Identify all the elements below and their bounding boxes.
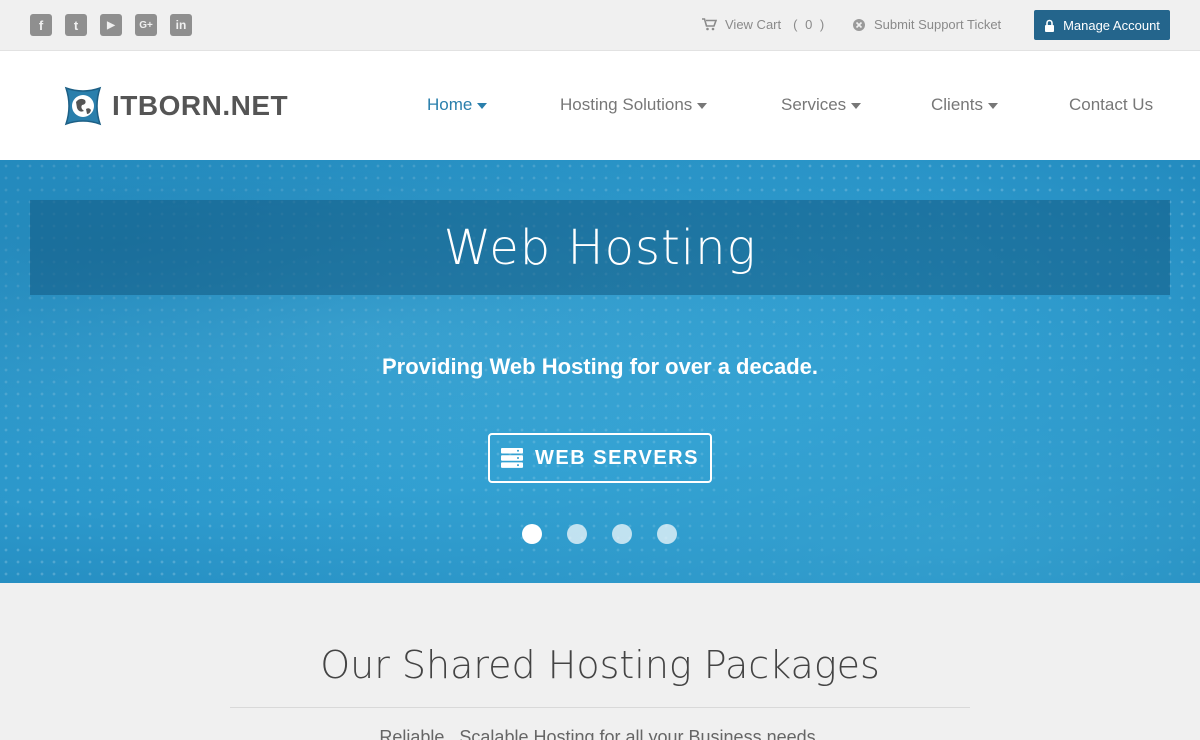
support-ticket-label: Submit Support Ticket [874,17,1002,32]
social-links: f t ▶ G+ in [30,14,192,36]
web-servers-button[interactable]: WEB SERVERS [488,433,712,483]
web-servers-label: WEB SERVERS [535,446,699,469]
packages-subtitle: Reliable , Scalable Hosting for all your… [379,727,821,740]
nav-hosting-solutions[interactable]: Hosting Solutions [560,95,708,115]
nav-home[interactable]: Home [427,95,488,115]
nav-clients-label: Clients [931,95,983,114]
section-divider [230,707,970,708]
server-icon [501,448,524,468]
support-ticket-link[interactable]: Submit Support Ticket [852,17,1001,32]
cart-icon [702,18,717,31]
nav-services[interactable]: Services [781,95,862,115]
ticket-icon [853,18,865,31]
hero-subtitle: Providing Web Hosting for over a decade. [381,354,818,379]
hero-title-band: Web Hosting [30,200,1170,295]
slider-dot-2[interactable] [567,524,587,544]
google-plus-icon[interactable]: G+ [135,14,157,36]
slider-dot-3[interactable] [612,524,632,544]
site-header: ITBORN.NET Home Hosting Solutions Servic… [0,51,1200,160]
caret-down-icon [987,103,998,109]
hero-slider: Web Hosting Providing Web Hosting for ov… [0,160,1200,583]
facebook-icon[interactable]: f [30,14,52,36]
slider-dot-4[interactable] [657,524,677,544]
logo-text: ITBORN.NET [112,90,289,121]
top-bar: f t ▶ G+ in View Cart ( 0 ) Submit Suppo… [0,0,1200,51]
caret-down-icon [851,103,862,109]
globe-logo-icon [64,86,102,126]
cart-count: ( 0 ) [793,17,827,32]
caret-down-icon [477,103,488,109]
slider-dots [522,524,677,544]
nav-contact-us[interactable]: Contact Us [1069,95,1153,115]
nav-clients[interactable]: Clients [931,95,998,115]
view-cart-link[interactable]: View Cart ( 0 ) [702,17,826,32]
view-cart-label: View Cart [725,17,782,32]
manage-account-button[interactable]: Manage Account [1034,10,1170,40]
nav-contact-us-label: Contact Us [1069,95,1154,114]
lock-icon [1045,19,1055,32]
site-logo[interactable]: ITBORN.NET [62,84,288,128]
nav-services-label: Services [781,95,847,114]
caret-down-icon [697,103,708,109]
youtube-icon[interactable]: ▶ [100,14,122,36]
manage-account-label: Manage Account [1063,17,1160,33]
packages-title: Our Shared Hosting Packages [320,643,880,687]
nav-hosting-solutions-label: Hosting Solutions [560,95,693,114]
twitter-icon[interactable]: t [65,14,87,36]
slider-dot-1[interactable] [522,524,542,544]
linkedin-icon[interactable]: in [170,14,192,36]
hero-title: Web Hosting [443,219,757,276]
nav-home-label: Home [427,95,473,114]
